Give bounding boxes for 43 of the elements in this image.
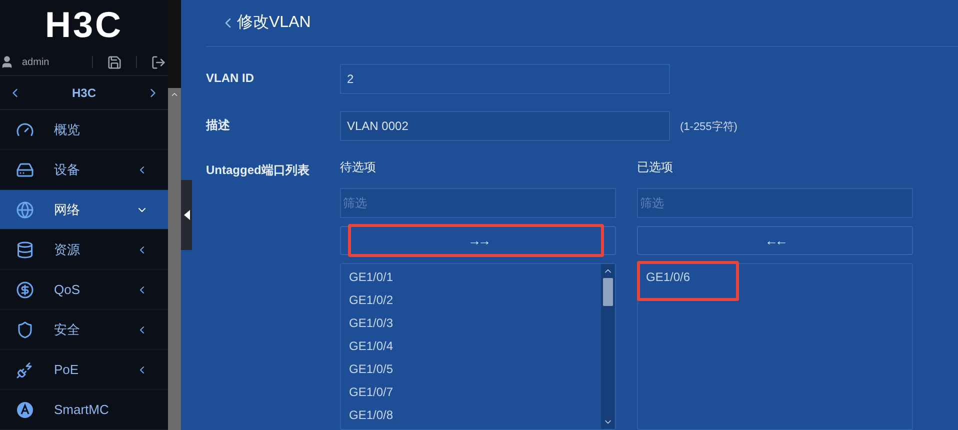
text-field[interactable]: 2 [340, 64, 670, 94]
circle-a-icon [16, 400, 34, 418]
filter-field[interactable]: 筛选 [637, 188, 913, 218]
text-field[interactable]: VLAN 0002 [340, 111, 670, 141]
move-button[interactable]: ←← [637, 226, 913, 255]
scroll-thumb[interactable] [603, 278, 613, 306]
sidebar-scrollbar[interactable] [168, 88, 181, 430]
port-item[interactable]: GE1/0/7 [349, 382, 394, 400]
move-button[interactable]: →→ [340, 226, 616, 255]
scrollbar[interactable] [601, 264, 615, 429]
port-item[interactable]: GE1/0/5 [349, 360, 394, 378]
logout-icon[interactable] [151, 54, 166, 70]
page-title: 修改VLAN [237, 13, 311, 33]
user-icon [0, 55, 14, 70]
collapse-tab[interactable] [181, 180, 192, 250]
scroll-up-icon[interactable] [170, 90, 179, 99]
field-label: 描述 [206, 118, 230, 132]
port-item[interactable]: GE1/0/6 [646, 268, 690, 286]
nav-item[interactable]: SmartMC [0, 390, 168, 430]
save-icon[interactable] [107, 54, 122, 70]
port-item[interactable]: GE1/0/8 [349, 406, 394, 424]
port-item[interactable]: GE1/0/2 [349, 290, 394, 308]
port-item[interactable]: GE1/0/1 [349, 268, 394, 286]
globe-icon [16, 200, 34, 218]
database-icon [16, 240, 34, 258]
logo: H3C [44, 6, 124, 43]
device-name: H3C [72, 84, 96, 102]
circle-s-icon [16, 280, 34, 298]
port-item[interactable]: GE1/0/4 [349, 336, 394, 354]
collapse-arrow-icon[interactable] [184, 210, 190, 220]
gauge-icon [16, 120, 34, 138]
plug-icon [16, 360, 34, 378]
user-name: admin [22, 56, 50, 70]
column-heading: 已选项 [637, 159, 674, 176]
column-heading: 待选项 [340, 159, 377, 176]
nav-item[interactable]: 网络 [0, 190, 168, 230]
field-label: Untagged端口列表 [206, 163, 310, 177]
port-item[interactable]: GE1/0/3 [349, 314, 394, 332]
drive-icon [16, 160, 34, 178]
filter-field[interactable]: 筛选 [340, 188, 616, 218]
field-hint: (1-255字符) [680, 120, 738, 135]
field-label: VLAN ID [206, 71, 254, 85]
shield-icon [16, 320, 34, 338]
